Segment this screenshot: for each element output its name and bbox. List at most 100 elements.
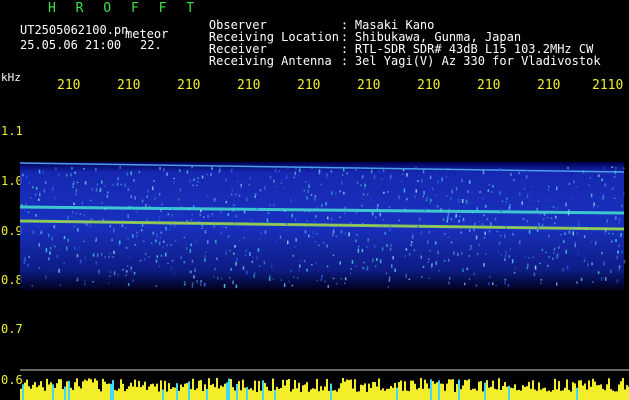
speckle bbox=[434, 169, 437, 171]
speckle bbox=[392, 256, 394, 260]
speckle bbox=[284, 229, 287, 232]
speckle bbox=[422, 169, 425, 172]
speckle bbox=[112, 256, 114, 258]
app-title: H R O F F T bbox=[48, 1, 201, 16]
noise-bar bbox=[48, 384, 50, 400]
speckle bbox=[568, 182, 571, 186]
speckle bbox=[568, 209, 570, 212]
speckle bbox=[514, 267, 516, 269]
speckle bbox=[188, 207, 190, 210]
speckle bbox=[163, 167, 165, 172]
speckle bbox=[440, 208, 442, 212]
speckle bbox=[189, 249, 192, 253]
noise-bar bbox=[400, 380, 402, 400]
speckle bbox=[283, 187, 286, 189]
speckle bbox=[158, 193, 161, 196]
noise-bar bbox=[368, 383, 370, 400]
noise-bar bbox=[492, 380, 494, 400]
noise-bar bbox=[130, 382, 132, 400]
x-tick-label: 210 bbox=[417, 78, 441, 93]
noise-bar bbox=[324, 386, 326, 400]
speckle bbox=[79, 259, 82, 264]
noise-bar bbox=[460, 389, 462, 400]
speckle bbox=[204, 255, 206, 257]
speckle bbox=[543, 212, 546, 216]
speckle bbox=[422, 195, 424, 198]
noise-bar bbox=[602, 388, 604, 400]
speckle bbox=[611, 240, 613, 243]
speckle bbox=[128, 255, 130, 259]
speckle bbox=[178, 198, 180, 201]
speckle bbox=[307, 189, 309, 194]
speckle bbox=[316, 206, 319, 209]
speckle bbox=[548, 234, 550, 238]
speckle bbox=[476, 207, 478, 211]
speckle bbox=[476, 252, 479, 256]
speckle bbox=[257, 250, 259, 252]
noise-bar bbox=[178, 390, 180, 400]
speckle bbox=[421, 179, 423, 183]
speckle bbox=[550, 217, 553, 219]
speckle bbox=[382, 218, 385, 221]
speckle bbox=[184, 281, 186, 284]
speckle bbox=[366, 265, 369, 270]
speckle bbox=[221, 224, 224, 228]
speckle bbox=[332, 277, 335, 280]
speckle bbox=[170, 244, 172, 246]
x-tick-label: 210 bbox=[357, 78, 381, 93]
count-label: 22. bbox=[140, 38, 162, 52]
noise-bar bbox=[70, 387, 72, 400]
speckle bbox=[521, 226, 523, 228]
speckle bbox=[423, 190, 425, 195]
speckle bbox=[92, 186, 94, 191]
speckle bbox=[417, 180, 419, 182]
speckle bbox=[125, 274, 127, 277]
speckle bbox=[361, 248, 364, 253]
noise-bar bbox=[200, 380, 202, 400]
speckle bbox=[84, 282, 86, 286]
noise-bar bbox=[558, 381, 560, 400]
speckle bbox=[130, 268, 132, 272]
speckle bbox=[623, 259, 626, 264]
x-tick-label: 210 bbox=[237, 78, 261, 93]
noise-bar bbox=[406, 390, 408, 400]
speckle bbox=[623, 167, 625, 169]
speckle bbox=[306, 220, 308, 222]
speckle bbox=[126, 265, 129, 267]
speckle bbox=[40, 232, 42, 234]
speckle bbox=[366, 246, 368, 248]
speckle bbox=[621, 204, 623, 208]
speckle bbox=[51, 186, 54, 191]
noise-bar bbox=[442, 383, 444, 400]
speckle bbox=[473, 272, 476, 276]
noise-bar bbox=[304, 384, 306, 400]
noise-bar bbox=[440, 383, 442, 400]
noise-bar bbox=[480, 381, 482, 400]
speckle bbox=[227, 213, 230, 216]
speckle bbox=[598, 174, 600, 178]
speckle bbox=[556, 186, 558, 191]
noise-bar bbox=[394, 383, 396, 400]
noise-bar bbox=[520, 390, 522, 400]
speckle bbox=[171, 214, 173, 217]
noise-bar bbox=[306, 382, 308, 400]
speckle bbox=[364, 183, 366, 188]
noise-bar bbox=[422, 388, 424, 400]
speckle bbox=[66, 174, 68, 177]
speckle bbox=[536, 207, 538, 212]
speckle bbox=[207, 239, 209, 242]
speckle bbox=[173, 272, 176, 276]
noise-bar bbox=[412, 380, 414, 400]
speckle bbox=[152, 231, 154, 235]
speckle bbox=[513, 179, 515, 182]
noise-bar bbox=[294, 380, 296, 400]
speckle bbox=[349, 272, 352, 275]
noise-bar bbox=[222, 386, 224, 400]
speckle bbox=[404, 255, 406, 257]
noise-bar bbox=[570, 391, 572, 400]
speckle bbox=[556, 257, 558, 259]
speckle bbox=[408, 253, 411, 256]
speckle bbox=[363, 261, 365, 264]
noise-bar bbox=[254, 380, 256, 400]
speckle bbox=[545, 251, 547, 253]
